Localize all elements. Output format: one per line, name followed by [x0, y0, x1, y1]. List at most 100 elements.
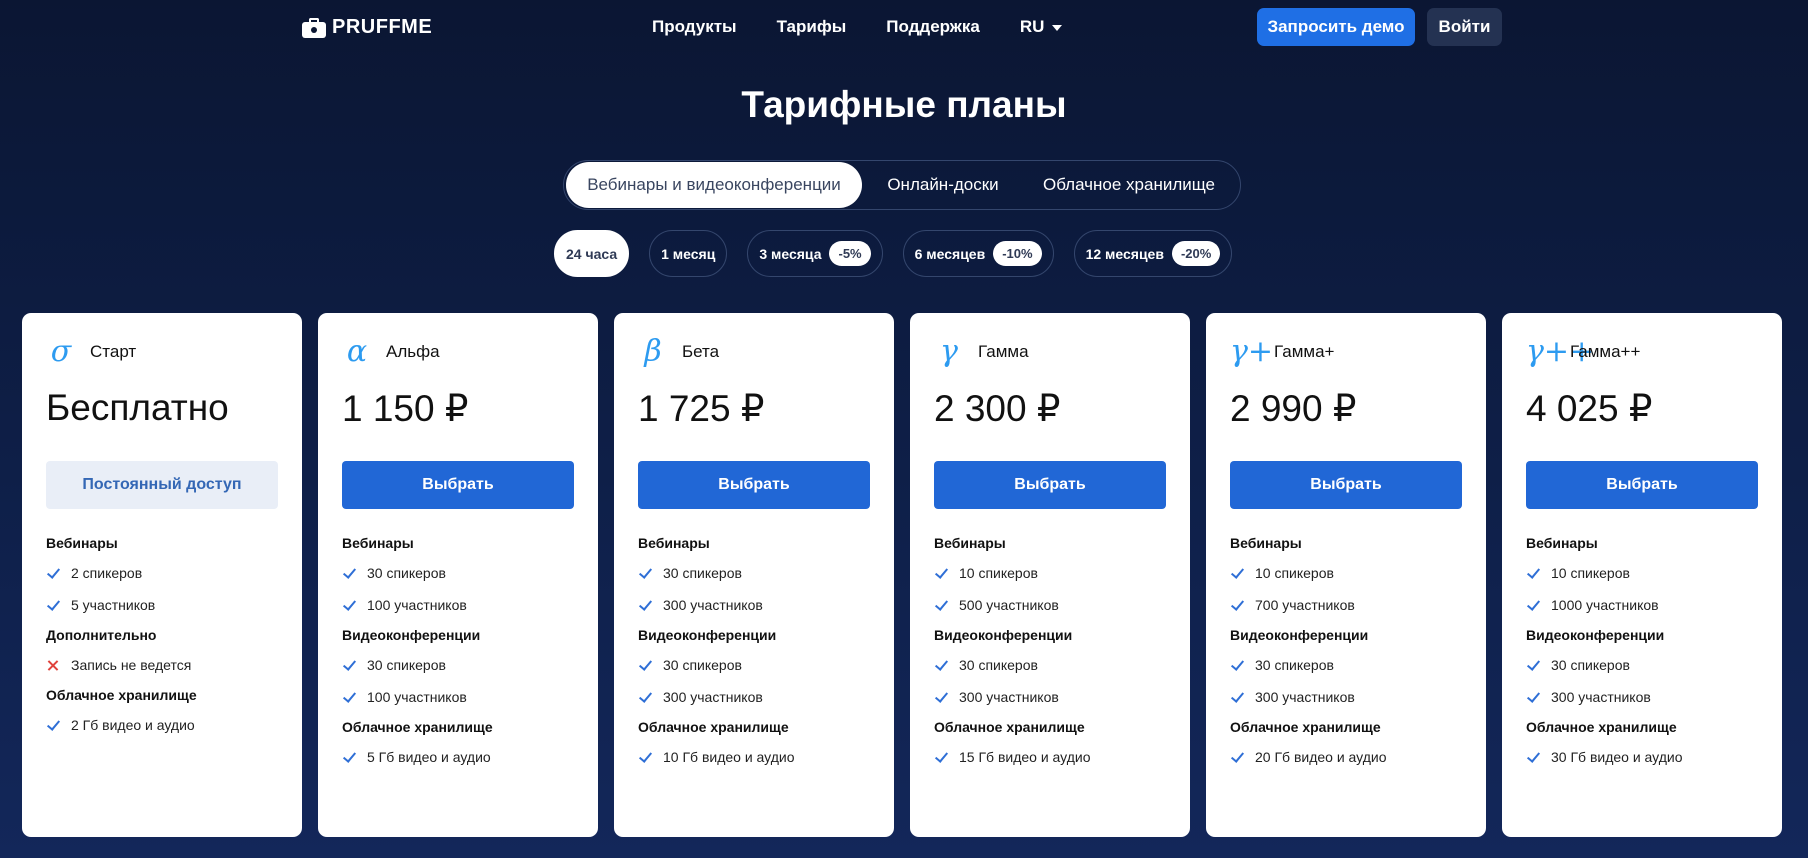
feature-text: 30 спикеров — [663, 657, 742, 673]
check-icon — [934, 690, 949, 705]
feature-section-title: Облачное хранилище — [1230, 719, 1381, 735]
feature-text: 300 участников — [959, 689, 1059, 705]
plan-name: Бета — [682, 342, 720, 361]
site-header: PRUFFME Продукты Тарифы Поддержка RU Зап… — [0, 0, 1808, 54]
feature-text: 30 спикеров — [367, 657, 446, 673]
plan-card: γ Гамма 2 300 ₽ Выбрать Вебинары 10 спикеров 5… — [910, 313, 1190, 837]
tab-cloud-storage[interactable]: Облачное хранилище — [1024, 162, 1234, 208]
feature-text: 300 участников — [663, 597, 763, 613]
feature-item: 30 спикеров — [1526, 655, 1758, 675]
feature-section-title: Видеоконференции — [1526, 627, 1665, 643]
check-icon — [638, 598, 653, 613]
discount-badge: -5% — [829, 241, 871, 266]
feature-item: 1000 участников — [1526, 595, 1758, 615]
choose-plan-button[interactable]: Выбрать — [342, 461, 574, 509]
period-label: 3 месяца — [759, 245, 822, 262]
feature-section-title: Вебинары — [1230, 535, 1302, 551]
period-24h[interactable]: 24 часа — [554, 230, 630, 277]
feature-text: 10 спикеров — [959, 565, 1038, 581]
nav-item-pricing[interactable]: Тарифы — [777, 17, 847, 37]
check-icon — [1526, 750, 1541, 765]
feature-item: 100 участников — [342, 595, 574, 615]
permanent-access-button[interactable]: Постоянный доступ — [46, 461, 278, 509]
feature-text: 30 спикеров — [1551, 657, 1630, 673]
gamma-icon: γ — [940, 334, 958, 369]
briefcase-icon — [302, 17, 326, 38]
feature-item: 2 Гб видео и аудио — [46, 715, 278, 735]
feature-item: 100 участников — [342, 687, 574, 707]
feature-text: 30 спикеров — [367, 565, 446, 581]
feature-item: 30 спикеров — [638, 563, 870, 583]
check-icon — [638, 690, 653, 705]
check-icon — [638, 658, 653, 673]
feature-section-title: Видеоконференции — [1230, 627, 1369, 643]
choose-plan-button[interactable]: Выбрать — [934, 461, 1166, 509]
language-label: RU — [1019, 17, 1045, 36]
feature-section-title: Вебинары — [342, 535, 414, 551]
check-icon — [1526, 598, 1541, 613]
logo-text: PRUFFME — [332, 16, 433, 38]
feature-item: 10 спикеров — [934, 563, 1166, 583]
check-icon — [342, 658, 357, 673]
feature-section-title: Вебинары — [46, 535, 118, 551]
feature-section-title: Вебинары — [1526, 535, 1598, 551]
feature-item: 30 спикеров — [342, 563, 574, 583]
request-demo-button[interactable]: Запросить демо — [1257, 8, 1415, 46]
period-1m[interactable]: 1 месяц — [649, 230, 728, 277]
tab-whiteboards[interactable]: Онлайн-доски — [862, 162, 1024, 208]
plan-header: σ Старт — [46, 337, 278, 367]
choose-plan-button[interactable]: Выбрать — [1526, 461, 1758, 509]
plan-header: α Альфа — [342, 337, 574, 367]
main-nav: Продукты Тарифы Поддержка RU — [652, 17, 1063, 37]
check-icon — [934, 566, 949, 581]
check-icon — [1230, 690, 1245, 705]
plan-header: γ+ Гамма+ — [1230, 337, 1462, 367]
feature-text: 300 участников — [1255, 689, 1355, 705]
plan-header: β Бета — [638, 337, 870, 367]
product-tabs: Вебинары и видеоконференции Онлайн-доски… — [563, 160, 1241, 210]
feature-item: 300 участников — [638, 595, 870, 615]
plan-name: Гамма++ — [1570, 342, 1641, 361]
plan-name: Альфа — [386, 342, 440, 361]
feature-text: 500 участников — [959, 597, 1059, 613]
plan-card: γ+ Гамма+ 2 990 ₽ Выбрать Вебинары 10 спикеро… — [1206, 313, 1486, 837]
feature-item: 2 спикеров — [46, 563, 278, 583]
check-icon — [342, 598, 357, 613]
feature-section-title: Дополнительно — [46, 627, 157, 643]
plan-price: 2 990 ₽ — [1230, 388, 1357, 429]
feature-section-title: Видеоконференции — [342, 627, 481, 643]
period-label: 12 месяцев — [1085, 245, 1164, 262]
plan-header: γ Гамма — [934, 337, 1166, 367]
period-3m[interactable]: 3 месяца -5% — [747, 230, 883, 277]
plan-card: α Альфа 1 150 ₽ Выбрать Вебинары 30 спикеров 1… — [318, 313, 598, 837]
check-icon — [342, 690, 357, 705]
login-button[interactable]: Войти — [1427, 8, 1502, 46]
feature-text: 2 Гб видео и аудио — [71, 717, 195, 733]
feature-item: Запись не ведется — [46, 655, 278, 675]
plan-price: 1 150 ₽ — [342, 388, 469, 429]
feature-text: 100 участников — [367, 597, 467, 613]
plan-price: 4 025 ₽ — [1526, 388, 1653, 429]
nav-item-products[interactable]: Продукты — [652, 17, 737, 37]
feature-item: 300 участников — [638, 687, 870, 707]
sigma-icon: σ — [50, 334, 72, 369]
tab-webinars[interactable]: Вебинары и видеоконференции — [566, 162, 862, 208]
feature-text: 300 участников — [663, 689, 763, 705]
nav-item-support[interactable]: Поддержка — [886, 17, 980, 37]
check-icon — [638, 566, 653, 581]
check-icon — [1230, 750, 1245, 765]
period-6m[interactable]: 6 месяцев -10% — [902, 230, 1054, 277]
feature-section-title: Облачное хранилище — [46, 687, 197, 703]
feature-text: 10 спикеров — [1551, 565, 1630, 581]
choose-plan-button[interactable]: Выбрать — [638, 461, 870, 509]
alpha-icon: α — [346, 334, 368, 369]
choose-plan-button[interactable]: Выбрать — [1230, 461, 1462, 509]
logo[interactable]: PRUFFME — [302, 16, 432, 39]
period-12m[interactable]: 12 месяцев -20% — [1073, 230, 1233, 277]
feature-item: 20 Гб видео и аудио — [1230, 747, 1462, 767]
plan-name: Старт — [90, 342, 137, 361]
language-selector[interactable]: RU — [1020, 17, 1063, 37]
feature-item: 15 Гб видео и аудио — [934, 747, 1166, 767]
feature-section-title: Облачное хранилище — [638, 719, 789, 735]
chevron-down-icon — [1052, 25, 1063, 31]
